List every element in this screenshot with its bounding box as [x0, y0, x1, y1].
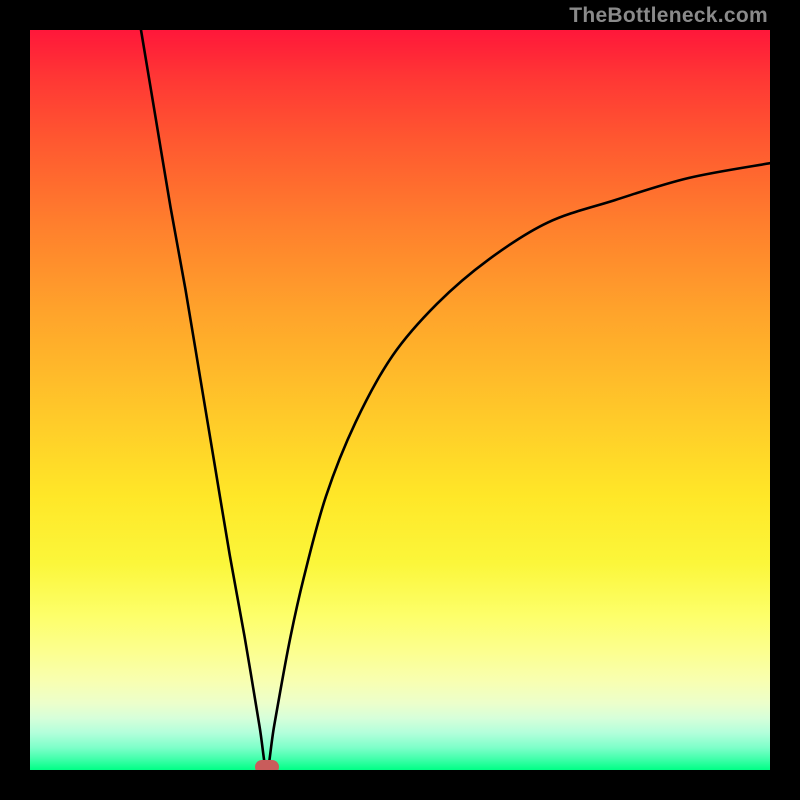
chart-frame: TheBottleneck.com: [0, 0, 800, 800]
curve-svg: [30, 30, 770, 770]
bottleneck-curve: [141, 30, 770, 770]
attribution-label: TheBottleneck.com: [569, 4, 768, 28]
optimal-point-marker: [255, 760, 279, 770]
plot-area: [30, 30, 770, 770]
